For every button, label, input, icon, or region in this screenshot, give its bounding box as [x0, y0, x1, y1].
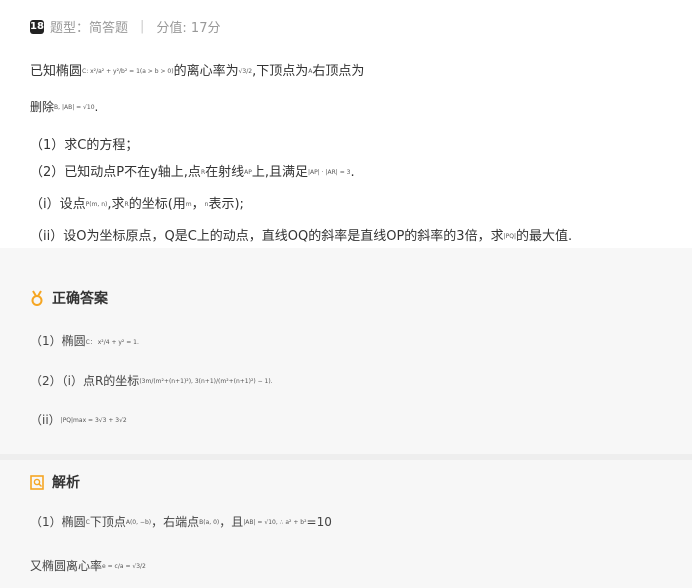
- answer-formula: C： x²/4 + y² = 1.: [85, 339, 139, 346]
- question-meta: 18 题型：简答题 | 分值: 17分: [30, 17, 220, 36]
- analysis-formula: |AB| = √10, ∴ a² + b²: [243, 519, 307, 526]
- stem-text: 上,且满足: [251, 165, 308, 180]
- answer-text: （2）（i）点R的坐标: [30, 374, 140, 388]
- stem-text: （i）设点: [30, 197, 86, 212]
- question-stem-line-2: 删除B, |AB| = √10.: [30, 98, 98, 115]
- correct-answer-heading: 正确答案: [30, 288, 108, 308]
- sub-question-1: （1）求C的方程；: [30, 138, 139, 153]
- ellipse-formula: C: x²/a² + y²/b² = 1(a > b > 0): [82, 68, 174, 75]
- medal-icon: [30, 290, 44, 306]
- question-stem-line-1: 已知椭圆C: x²/a² + y²/b² = 1(a > b > 0)的离心率为…: [30, 60, 364, 79]
- ray-ap-label: AP: [244, 169, 252, 176]
- analysis-text: 下顶点: [89, 515, 126, 529]
- stem-text: （2）已知动点P不在y轴上,点: [30, 165, 201, 180]
- stem-text: ,下顶点为: [252, 64, 309, 79]
- question-score: 分值: 17分: [156, 21, 221, 36]
- stem-text: 删除: [30, 100, 55, 114]
- stem-text: .: [350, 165, 355, 180]
- stem-text: 右顶点为: [312, 64, 365, 79]
- stem-text: ，: [191, 197, 205, 212]
- question-page: 18 题型：简答题 | 分值: 17分 已知椭圆C: x²/a² + y²/b²…: [0, 0, 692, 588]
- analysis-formula: A(0, −b): [125, 519, 152, 526]
- analysis-text: （1）椭圆: [30, 515, 86, 529]
- analysis-formula: e = c/a = √3/2: [102, 563, 146, 570]
- stem-text: 已知椭圆: [30, 64, 83, 79]
- stem-text: （ii）设O为坐标原点，Q是C上的动点，直线OQ的斜率是直线OP的斜率的3倍，求: [30, 229, 504, 244]
- pq-formula: |PQ|: [503, 233, 516, 240]
- analysis-doc-icon: [30, 474, 44, 490]
- sub-question-2: （2）已知动点P不在y轴上,点R在射线AP上,且满足|AP| · |AR| = …: [30, 161, 355, 180]
- answer-line-2: （2）（i）点R的坐标(3m/(m²+(n+1)²), 3(n+1)/(m²+(…: [30, 372, 273, 389]
- stem-text: .: [94, 100, 99, 114]
- answer-panel: 正确答案 （1）椭圆C： x²/4 + y² = 1. （2）（i）点R的坐标(…: [0, 248, 692, 588]
- analysis-heading: 解析: [30, 472, 80, 492]
- analysis-title: 解析: [52, 475, 80, 491]
- analysis-text: =10: [306, 515, 332, 529]
- stem-text: 表示);: [208, 197, 244, 212]
- answer-text: （ii）: [30, 413, 61, 427]
- product-formula: |AP| · |AR| = 3: [308, 169, 351, 176]
- stem-text: 的坐标(用: [128, 197, 186, 212]
- analysis-formula: B(a, 0): [199, 519, 220, 526]
- answer-text: （1）椭圆: [30, 334, 86, 348]
- question-number-badge: 18: [30, 19, 44, 34]
- eccentricity-formula: √3/2: [238, 68, 253, 75]
- point-p-formula: P(m, n): [85, 201, 108, 208]
- answer-line-1: （1）椭圆C： x²/4 + y² = 1.: [30, 332, 139, 349]
- sub-question-2-ii: （ii）设O为坐标原点，Q是C上的动点，直线OQ的斜率是直线OP的斜率的3倍，求…: [30, 225, 572, 244]
- analysis-text: ，且: [219, 515, 244, 529]
- question-card: 18 题型：简答题 | 分值: 17分 已知椭圆C: x²/a² + y²/b²…: [0, 0, 692, 248]
- answer-formula: |PQ|max = 3√3 + 3√2: [60, 417, 127, 424]
- sub-question-2-i: （i）设点P(m, n),求R的坐标(用m，n表示);: [30, 193, 244, 212]
- stem-text: 在射线: [205, 165, 245, 180]
- ab-length-formula: B, |AB| = √10: [54, 104, 95, 111]
- answer-line-3: （ii）|PQ|max = 3√3 + 3√2: [30, 411, 127, 428]
- question-type: 题型：简答题: [50, 21, 129, 36]
- stem-text: 的最大值.: [515, 229, 573, 244]
- analysis-text: ，右端点: [151, 515, 200, 529]
- meta-separator: |: [140, 19, 145, 34]
- analysis-line-2: 又椭圆离心率e = c/a = √3/2: [30, 557, 146, 574]
- stem-text: ,求: [107, 197, 125, 212]
- analysis-line-1: （1）椭圆C下顶点A(0, −b)，右端点B(a, 0)，且|AB| = √10…: [30, 513, 332, 530]
- analysis-text: 又椭圆离心率: [30, 559, 103, 573]
- section-divider: [0, 454, 692, 460]
- stem-text: 的离心率为: [173, 64, 239, 79]
- correct-answer-title: 正确答案: [52, 291, 108, 307]
- answer-formula: (3m/(m²+(n+1)²), 3(n+1)/(m²+(n+1)²) − 1)…: [139, 378, 273, 385]
